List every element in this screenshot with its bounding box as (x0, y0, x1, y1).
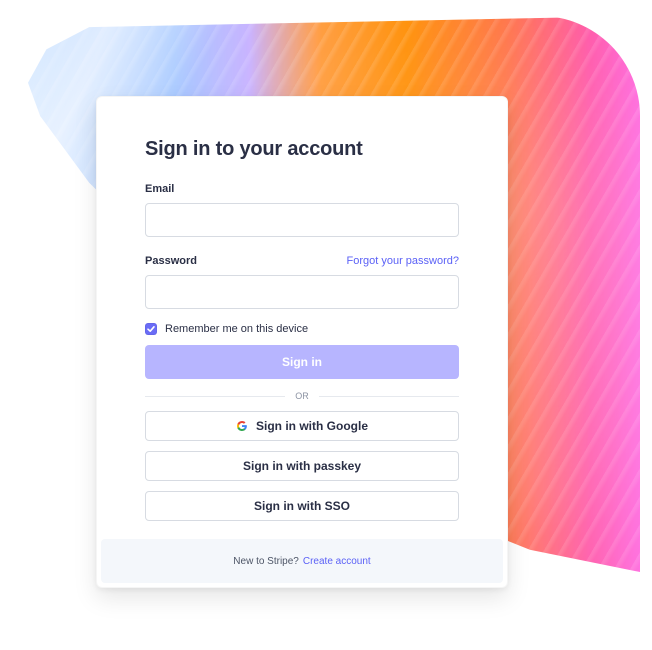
email-field[interactable] (145, 203, 459, 237)
passkey-sign-in-button[interactable]: Sign in with passkey (145, 451, 459, 481)
sign-in-form: Sign in to your account Email Password F… (145, 137, 459, 521)
checkmark-icon (147, 326, 155, 332)
remember-me-checkbox[interactable] (145, 323, 157, 335)
remember-me-row[interactable]: Remember me on this device (145, 323, 459, 335)
divider-or: OR (145, 391, 459, 401)
password-field[interactable] (145, 275, 459, 309)
divider-line-right (318, 395, 459, 397)
google-icon (236, 420, 248, 432)
password-label-row: Password Forgot your password? (145, 255, 459, 267)
create-account-link[interactable]: Create account (303, 556, 371, 567)
email-label-row: Email (145, 183, 459, 195)
sign-in-button[interactable]: Sign in (145, 345, 459, 379)
sso-button-label: Sign in with SSO (254, 499, 350, 513)
google-button-label: Sign in with Google (256, 419, 368, 433)
footer: New to Stripe? Create account (101, 539, 503, 583)
sign-in-card: Sign in to your account Email Password F… (96, 96, 508, 588)
divider-line-left (145, 395, 286, 397)
password-label: Password (145, 255, 197, 267)
page-title: Sign in to your account (145, 138, 363, 160)
sso-sign-in-button[interactable]: Sign in with SSO (145, 491, 459, 521)
forgot-password-link[interactable]: Forgot your password? (347, 255, 460, 267)
passkey-button-label: Sign in with passkey (242, 459, 362, 473)
email-label: Email (145, 183, 175, 195)
password-input[interactable] (156, 284, 448, 300)
remember-me-label: Remember me on this device (165, 323, 309, 335)
email-input[interactable] (156, 212, 448, 228)
divider-text: OR (295, 391, 309, 401)
footer-prompt: New to Stripe? (233, 555, 299, 567)
google-sign-in-button[interactable]: Sign in with Google (145, 411, 459, 441)
